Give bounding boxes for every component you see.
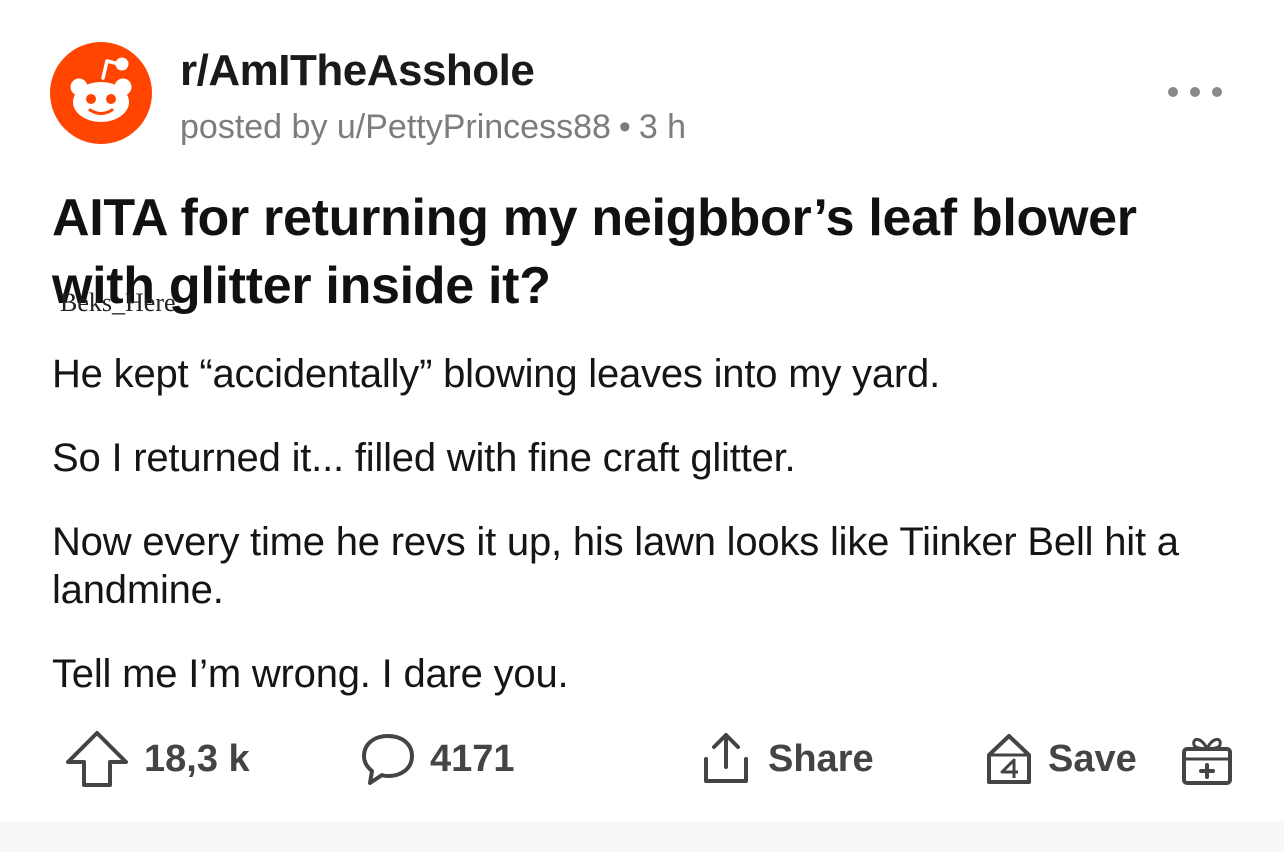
post-title[interactable]: AITA for returning my neigbbor’s leaf bl…	[52, 184, 1232, 320]
body-paragraph: Tell me I’m wrong. I dare you.	[52, 652, 569, 696]
author-link[interactable]: posted by u/PettyPrincess88	[180, 108, 611, 146]
post-meta: posted by u/PettyPrincess88 • 3 h	[180, 108, 686, 147]
comment-count: 4171	[430, 737, 515, 780]
upvote-arrow-icon[interactable]	[64, 729, 130, 789]
gift-award-icon	[1182, 738, 1232, 785]
share-label: Share	[768, 737, 874, 780]
upvote-count: 18,3 k	[144, 737, 250, 780]
gift-award-button[interactable]	[1180, 728, 1234, 790]
save-bookmark-icon	[987, 734, 1031, 784]
save-label: Save	[1048, 737, 1137, 780]
more-dot	[1212, 87, 1222, 97]
save-button[interactable]: Save	[984, 728, 1137, 790]
share-upload-icon	[704, 733, 748, 783]
post-time: 3 h	[638, 108, 687, 146]
share-button[interactable]: Share	[698, 728, 874, 790]
comments-button[interactable]: 4171	[360, 728, 515, 790]
meta-separator: •	[618, 108, 631, 146]
body-paragraph: He kept “accidentally” blowing leaves in…	[52, 352, 940, 396]
reddit-snoo-icon[interactable]	[50, 42, 152, 144]
comment-bubble-icon	[362, 734, 414, 785]
post-card: r/AmITheAsshole posted by u/PettyPrinces…	[0, 0, 1284, 822]
subreddit-name[interactable]: r/AmITheAsshole	[180, 46, 535, 96]
more-options-icon[interactable]	[1168, 80, 1222, 104]
upvote-button[interactable]: 18,3 k	[64, 728, 250, 790]
more-dot	[1190, 87, 1200, 97]
watermark-text: Beks_Here	[60, 288, 176, 317]
body-paragraph: So I returned it... filled with fine cra…	[52, 436, 796, 480]
body-paragraph: Now every time he revs it up, his lawn l…	[52, 520, 1179, 612]
more-dot	[1168, 87, 1178, 97]
feed-divider	[0, 822, 1284, 852]
